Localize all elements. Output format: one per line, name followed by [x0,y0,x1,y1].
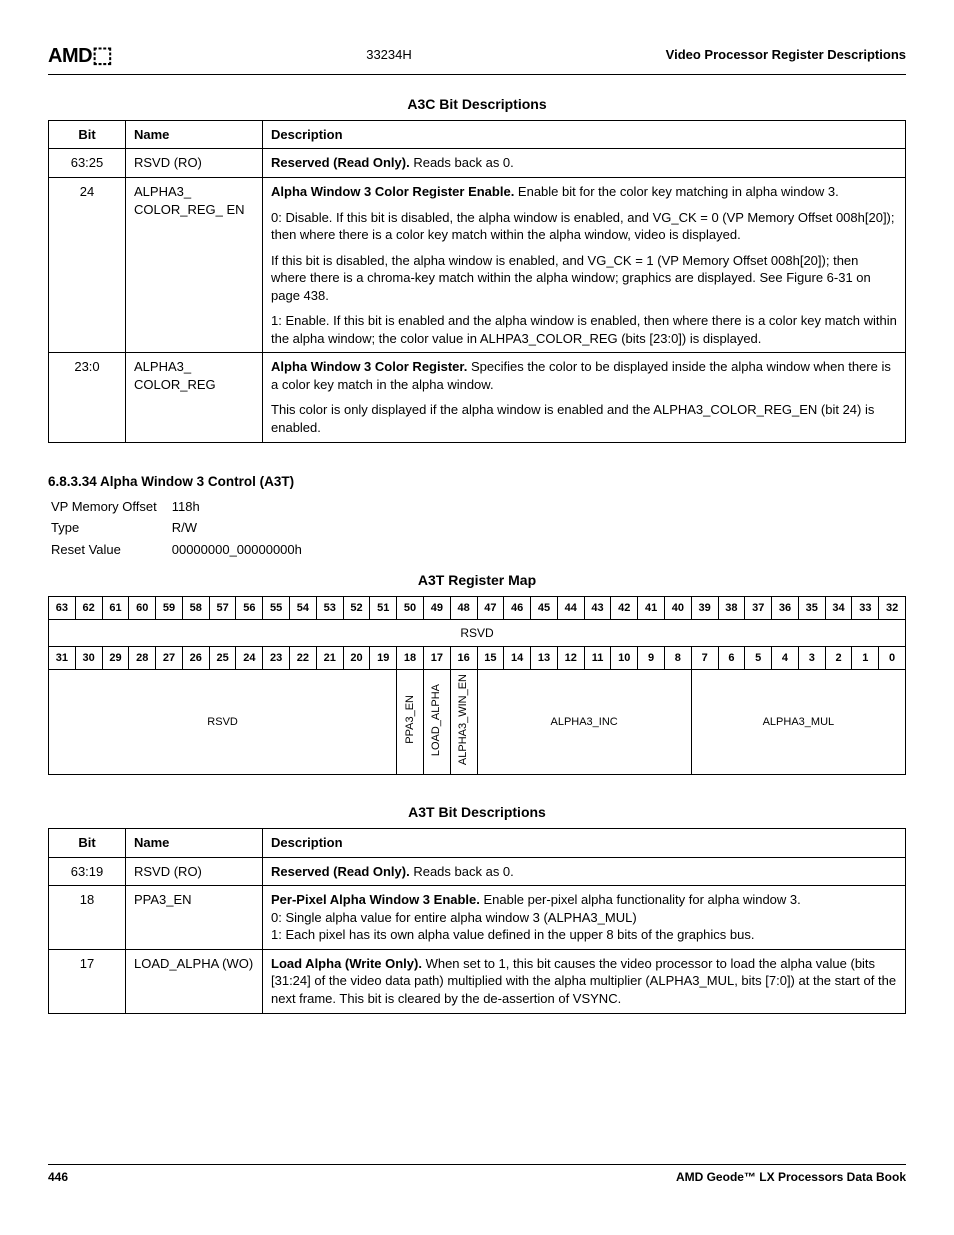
col-desc: Description [263,829,906,858]
table-row: 63:25 RSVD (RO) Reserved (Read Only). Re… [49,149,906,178]
table-row: 17 LOAD_ALPHA (WO) Load Alpha (Write Onl… [49,949,906,1013]
page-footer: 446 AMD Geode™ LX Processors Data Book [48,1164,906,1185]
page-number: 446 [48,1169,68,1185]
table-row: 24 ALPHA3_ COLOR_REG_ EN Alpha Window 3 … [49,177,906,352]
a3c-bit-descriptions-table: Bit Name Description 63:25 RSVD (RO) Res… [48,120,906,443]
field-row-low: RSVD PPA3_EN LOAD_ALPHA ALPHA3_WIN_EN AL… [49,670,906,775]
a3t-meta: VP Memory Offset118h TypeR/W Reset Value… [48,495,316,562]
field-row-high: RSVD [49,620,906,647]
col-bit: Bit [49,829,126,858]
bit-row-low: 3130292827262524 2322212019181716 151413… [49,647,906,670]
table-row: 23:0 ALPHA3_ COLOR_REG Alpha Window 3 Co… [49,353,906,442]
col-name: Name [126,120,263,149]
a3t-register-map: 6362616059585756 5554535251504948 474645… [48,596,906,775]
a3t-bit-descriptions-table: Bit Name Description 63:19 RSVD (RO) Res… [48,828,906,1013]
col-bit: Bit [49,120,126,149]
col-desc: Description [263,120,906,149]
doc-section-title: Video Processor Register Descriptions [666,46,906,64]
footer-title: AMD Geode™ LX Processors Data Book [676,1169,906,1185]
table-row: 63:19 RSVD (RO) Reserved (Read Only). Re… [49,857,906,886]
a3t-regmap-title: A3T Register Map [48,571,906,590]
col-name: Name [126,829,263,858]
doc-code: 33234H [366,46,412,64]
page-header: AMD⬚ 33234H Video Processor Register Des… [48,40,906,75]
table-row: 18 PPA3_EN Per-Pixel Alpha Window 3 Enab… [49,886,906,950]
a3c-table-title: A3C Bit Descriptions [48,95,906,114]
bit-row-high: 6362616059585756 5554535251504948 474645… [49,597,906,620]
amd-logo: AMD⬚ [48,40,112,70]
a3t-table-title: A3T Bit Descriptions [48,803,906,822]
a3t-section-heading: 6.8.3.34 Alpha Window 3 Control (A3T) [48,473,906,491]
